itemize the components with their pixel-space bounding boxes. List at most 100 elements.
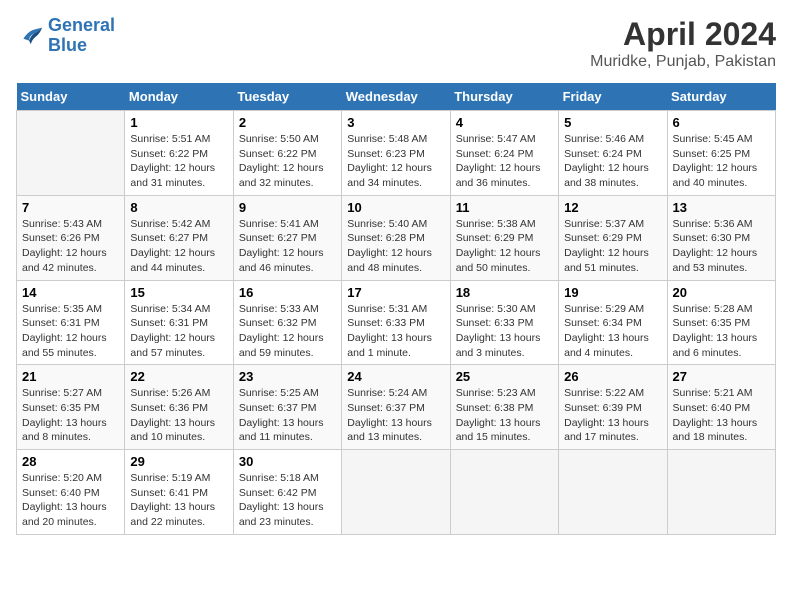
- day-detail: Sunrise: 5:48 AM Sunset: 6:23 PM Dayligh…: [347, 132, 444, 191]
- day-detail: Sunrise: 5:45 AM Sunset: 6:25 PM Dayligh…: [673, 132, 770, 191]
- day-number: 14: [22, 285, 119, 300]
- day-number: 15: [130, 285, 227, 300]
- day-detail: Sunrise: 5:26 AM Sunset: 6:36 PM Dayligh…: [130, 386, 227, 445]
- day-cell: 21 Sunrise: 5:27 AM Sunset: 6:35 PM Dayli…: [17, 365, 125, 450]
- day-detail: Sunrise: 5:25 AM Sunset: 6:37 PM Dayligh…: [239, 386, 336, 445]
- day-detail: Sunrise: 5:22 AM Sunset: 6:39 PM Dayligh…: [564, 386, 661, 445]
- day-cell: [450, 450, 558, 535]
- day-number: 18: [456, 285, 553, 300]
- day-header-monday: Monday: [125, 83, 233, 111]
- day-number: 5: [564, 115, 661, 130]
- page-subtitle: Muridke, Punjab, Pakistan: [590, 53, 776, 71]
- day-cell: 27 Sunrise: 5:21 AM Sunset: 6:40 PM Dayli…: [667, 365, 775, 450]
- day-number: 19: [564, 285, 661, 300]
- day-number: 30: [239, 454, 336, 469]
- day-number: 11: [456, 200, 553, 215]
- day-detail: Sunrise: 5:30 AM Sunset: 6:33 PM Dayligh…: [456, 302, 553, 361]
- day-cell: 16 Sunrise: 5:33 AM Sunset: 6:32 PM Dayli…: [233, 280, 341, 365]
- day-number: 8: [130, 200, 227, 215]
- logo-line1: General: [48, 15, 115, 35]
- day-cell: 19 Sunrise: 5:29 AM Sunset: 6:34 PM Dayli…: [559, 280, 667, 365]
- day-header-friday: Friday: [559, 83, 667, 111]
- day-number: 27: [673, 369, 770, 384]
- logo-icon: [16, 22, 44, 50]
- day-number: 1: [130, 115, 227, 130]
- day-detail: Sunrise: 5:40 AM Sunset: 6:28 PM Dayligh…: [347, 217, 444, 276]
- day-detail: Sunrise: 5:24 AM Sunset: 6:37 PM Dayligh…: [347, 386, 444, 445]
- day-detail: Sunrise: 5:41 AM Sunset: 6:27 PM Dayligh…: [239, 217, 336, 276]
- logo-line2: Blue: [48, 35, 87, 55]
- day-detail: Sunrise: 5:18 AM Sunset: 6:42 PM Dayligh…: [239, 471, 336, 530]
- day-detail: Sunrise: 5:51 AM Sunset: 6:22 PM Dayligh…: [130, 132, 227, 191]
- day-detail: Sunrise: 5:37 AM Sunset: 6:29 PM Dayligh…: [564, 217, 661, 276]
- day-detail: Sunrise: 5:38 AM Sunset: 6:29 PM Dayligh…: [456, 217, 553, 276]
- day-header-saturday: Saturday: [667, 83, 775, 111]
- day-number: 25: [456, 369, 553, 384]
- day-cell: 18 Sunrise: 5:30 AM Sunset: 6:33 PM Dayli…: [450, 280, 558, 365]
- day-cell: [17, 111, 125, 196]
- day-cell: 26 Sunrise: 5:22 AM Sunset: 6:39 PM Dayli…: [559, 365, 667, 450]
- day-cell: 22 Sunrise: 5:26 AM Sunset: 6:36 PM Dayli…: [125, 365, 233, 450]
- day-number: 21: [22, 369, 119, 384]
- day-cell: 24 Sunrise: 5:24 AM Sunset: 6:37 PM Dayli…: [342, 365, 450, 450]
- day-detail: Sunrise: 5:35 AM Sunset: 6:31 PM Dayligh…: [22, 302, 119, 361]
- day-number: 10: [347, 200, 444, 215]
- day-detail: Sunrise: 5:20 AM Sunset: 6:40 PM Dayligh…: [22, 471, 119, 530]
- day-cell: 29Sunrise: 5:19 AM Sunset: 6:41 PM Dayli…: [125, 450, 233, 535]
- day-cell: 7Sunrise: 5:43 AM Sunset: 6:26 PM Daylig…: [17, 195, 125, 280]
- day-number: 26: [564, 369, 661, 384]
- week-row-3: 14 Sunrise: 5:35 AM Sunset: 6:31 PM Dayli…: [17, 280, 776, 365]
- day-cell: [342, 450, 450, 535]
- day-cell: [559, 450, 667, 535]
- day-number: 17: [347, 285, 444, 300]
- day-number: 16: [239, 285, 336, 300]
- day-cell: 17 Sunrise: 5:31 AM Sunset: 6:33 PM Dayli…: [342, 280, 450, 365]
- day-number: 3: [347, 115, 444, 130]
- day-cell: 3 Sunrise: 5:48 AM Sunset: 6:23 PM Daylig…: [342, 111, 450, 196]
- day-detail: Sunrise: 5:50 AM Sunset: 6:22 PM Dayligh…: [239, 132, 336, 191]
- day-header-wednesday: Wednesday: [342, 83, 450, 111]
- day-cell: 1 Sunrise: 5:51 AM Sunset: 6:22 PM Daylig…: [125, 111, 233, 196]
- day-number: 29: [130, 454, 227, 469]
- week-row-5: 28 Sunrise: 5:20 AM Sunset: 6:40 PM Dayli…: [17, 450, 776, 535]
- day-detail: Sunrise: 5:36 AM Sunset: 6:30 PM Dayligh…: [673, 217, 770, 276]
- day-cell: 6 Sunrise: 5:45 AM Sunset: 6:25 PM Daylig…: [667, 111, 775, 196]
- day-number: 2: [239, 115, 336, 130]
- day-header-thursday: Thursday: [450, 83, 558, 111]
- day-header-sunday: Sunday: [17, 83, 125, 111]
- day-detail: Sunrise: 5:21 AM Sunset: 6:40 PM Dayligh…: [673, 386, 770, 445]
- week-row-2: 7Sunrise: 5:43 AM Sunset: 6:26 PM Daylig…: [17, 195, 776, 280]
- day-cell: 2 Sunrise: 5:50 AM Sunset: 6:22 PM Daylig…: [233, 111, 341, 196]
- day-detail: Sunrise: 5:29 AM Sunset: 6:34 PM Dayligh…: [564, 302, 661, 361]
- page-title: April 2024: [590, 16, 776, 53]
- day-number: 24: [347, 369, 444, 384]
- day-number: 4: [456, 115, 553, 130]
- day-detail: Sunrise: 5:27 AM Sunset: 6:35 PM Dayligh…: [22, 386, 119, 445]
- title-area: April 2024 Muridke, Punjab, Pakistan: [590, 16, 776, 71]
- day-detail: Sunrise: 5:46 AM Sunset: 6:24 PM Dayligh…: [564, 132, 661, 191]
- day-detail: Sunrise: 5:31 AM Sunset: 6:33 PM Dayligh…: [347, 302, 444, 361]
- day-header-tuesday: Tuesday: [233, 83, 341, 111]
- header: General Blue April 2024 Muridke, Punjab,…: [16, 16, 776, 71]
- day-cell: 12Sunrise: 5:37 AM Sunset: 6:29 PM Dayli…: [559, 195, 667, 280]
- day-detail: Sunrise: 5:43 AM Sunset: 6:26 PM Dayligh…: [22, 217, 119, 276]
- day-number: 28: [22, 454, 119, 469]
- day-number: 22: [130, 369, 227, 384]
- calendar-table: SundayMondayTuesdayWednesdayThursdayFrid…: [16, 83, 776, 535]
- week-row-1: 1 Sunrise: 5:51 AM Sunset: 6:22 PM Daylig…: [17, 111, 776, 196]
- day-cell: 4Sunrise: 5:47 AM Sunset: 6:24 PM Daylig…: [450, 111, 558, 196]
- day-number: 13: [673, 200, 770, 215]
- day-detail: Sunrise: 5:23 AM Sunset: 6:38 PM Dayligh…: [456, 386, 553, 445]
- day-cell: 10 Sunrise: 5:40 AM Sunset: 6:28 PM Dayli…: [342, 195, 450, 280]
- day-number: 20: [673, 285, 770, 300]
- header-row: SundayMondayTuesdayWednesdayThursdayFrid…: [17, 83, 776, 111]
- day-cell: 11 Sunrise: 5:38 AM Sunset: 6:29 PM Dayli…: [450, 195, 558, 280]
- day-number: 6: [673, 115, 770, 130]
- day-cell: 9Sunrise: 5:41 AM Sunset: 6:27 PM Daylig…: [233, 195, 341, 280]
- day-cell: 23 Sunrise: 5:25 AM Sunset: 6:37 PM Dayli…: [233, 365, 341, 450]
- day-detail: Sunrise: 5:28 AM Sunset: 6:35 PM Dayligh…: [673, 302, 770, 361]
- day-cell: 30 Sunrise: 5:18 AM Sunset: 6:42 PM Dayli…: [233, 450, 341, 535]
- day-number: 23: [239, 369, 336, 384]
- day-detail: Sunrise: 5:33 AM Sunset: 6:32 PM Dayligh…: [239, 302, 336, 361]
- day-cell: 25 Sunrise: 5:23 AM Sunset: 6:38 PM Dayli…: [450, 365, 558, 450]
